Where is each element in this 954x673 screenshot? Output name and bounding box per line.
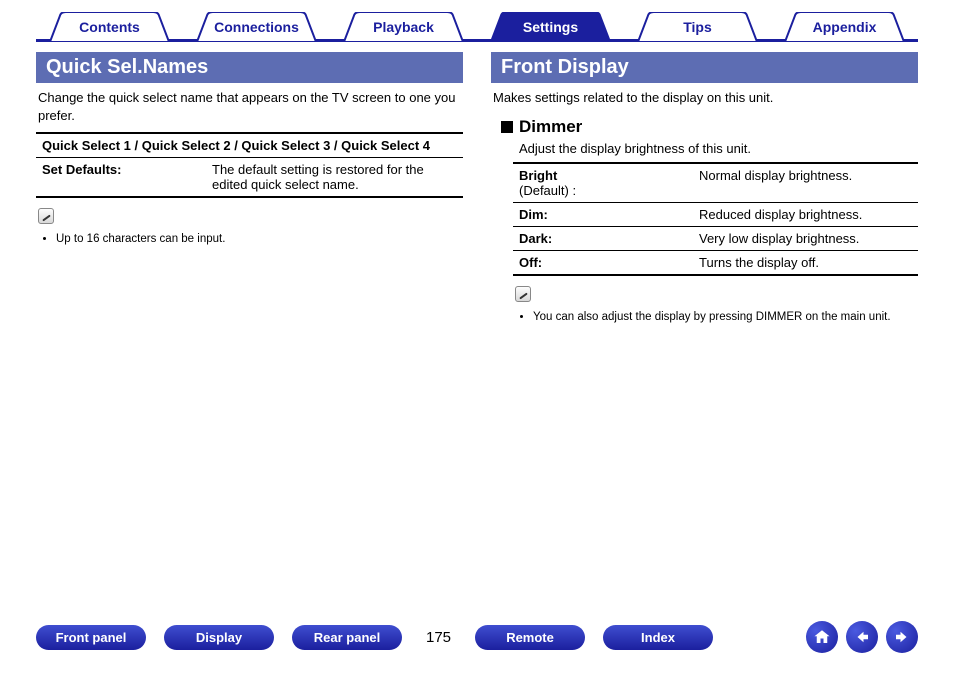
nav-icons — [806, 621, 918, 653]
footer: Front panel Display Rear panel 175 Remote Ind… — [36, 621, 918, 653]
quick-select-table: Quick Select 1 / Quick Select 2 / Quick … — [36, 132, 463, 198]
option-label: Bright(Default) : — [513, 163, 693, 203]
tab-tips[interactable]: Tips — [628, 12, 767, 42]
tab-settings[interactable]: Settings — [481, 12, 620, 42]
index-button[interactable]: Index — [603, 625, 713, 650]
section-heading-front-display: Front Display — [491, 52, 918, 83]
set-defaults-desc: The default setting is restored for the … — [206, 158, 463, 198]
table-row: Quick Select 1 / Quick Select 2 / Quick … — [36, 133, 463, 158]
option-label: Dim: — [513, 202, 693, 226]
back-icon[interactable] — [846, 621, 878, 653]
pencil-icon — [38, 208, 54, 224]
note-list: Up to 16 characters can be input. — [56, 231, 463, 247]
note-list: You can also adjust the display by press… — [533, 309, 918, 325]
note-item: Up to 16 characters can be input. — [56, 231, 463, 247]
set-defaults-label: Set Defaults: — [36, 158, 206, 198]
intro-text: Change the quick select name that appear… — [38, 89, 461, 124]
display-button[interactable]: Display — [164, 625, 274, 650]
forward-icon[interactable] — [886, 621, 918, 653]
tab-contents[interactable]: Contents — [40, 12, 179, 42]
tab-appendix[interactable]: Appendix — [775, 12, 914, 42]
rear-panel-button[interactable]: Rear panel — [292, 625, 402, 650]
sub-heading-dimmer: Dimmer — [501, 117, 918, 137]
option-desc: Very low display brightness. — [693, 226, 918, 250]
right-column: Front Display Makes settings related to … — [491, 52, 918, 325]
note-item: You can also adjust the display by press… — [533, 309, 918, 325]
intro-text: Makes settings related to the display on… — [493, 89, 916, 107]
option-desc: Turns the display off. — [693, 250, 918, 275]
option-label: Off: — [513, 250, 693, 275]
top-nav: Contents Connections Playback Settings Tips A… — [36, 12, 918, 42]
square-bullet-icon — [501, 121, 513, 133]
dimmer-table: Bright(Default) :Normal display brightne… — [513, 162, 918, 276]
front-panel-button[interactable]: Front panel — [36, 625, 146, 650]
left-column: Quick Sel.Names Change the quick select … — [36, 52, 463, 325]
home-icon[interactable] — [806, 621, 838, 653]
tab-playback[interactable]: Playback — [334, 12, 473, 42]
option-desc: Normal display brightness. — [693, 163, 918, 203]
section-heading-quick-sel-names: Quick Sel.Names — [36, 52, 463, 83]
page-number: 175 — [426, 629, 451, 646]
option-label: Dark: — [513, 226, 693, 250]
tab-connections[interactable]: Connections — [187, 12, 326, 42]
sub-intro-text: Adjust the display brightness of this un… — [519, 141, 918, 156]
option-desc: Reduced display brightness. — [693, 202, 918, 226]
pencil-icon — [515, 286, 531, 302]
remote-button[interactable]: Remote — [475, 625, 585, 650]
